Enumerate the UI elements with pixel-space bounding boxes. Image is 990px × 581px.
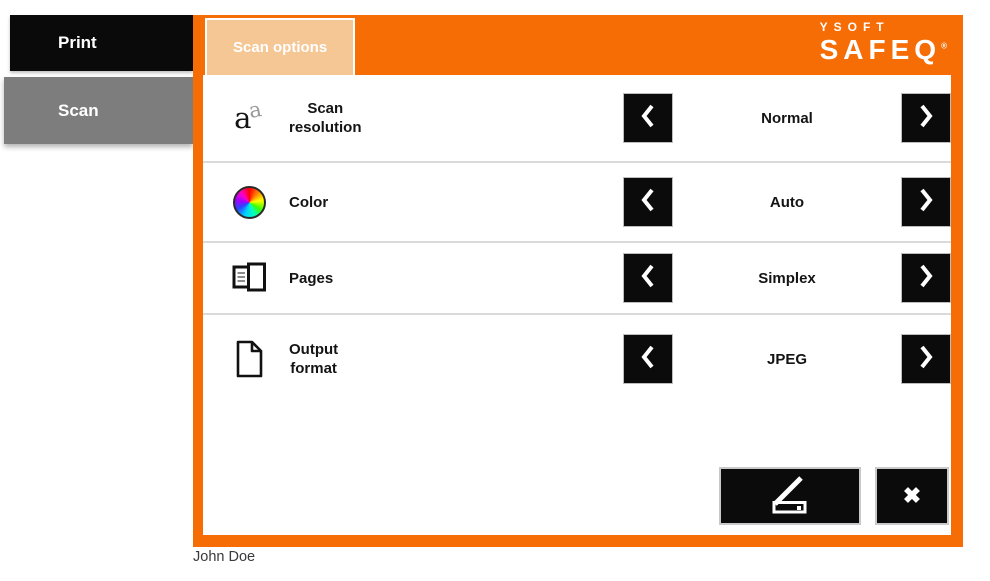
logged-in-user-name: John Doe [193,549,255,565]
sidebar-item-print[interactable]: Print [10,15,193,71]
panel-content: aa Scan resolution Normal [203,75,951,535]
chevron-left-icon [640,262,656,295]
scan-resolution-icon: aa [229,104,269,133]
output-format-prev-button[interactable] [623,334,673,384]
option-row-output-format: Output format JPEG [203,315,951,403]
scan-resolution-value: Normal [673,110,901,127]
sidebar-item-print-label: Print [58,33,97,53]
registered-mark: ® [941,42,947,51]
pages-value: Simplex [673,270,901,287]
chevron-left-icon [640,186,656,219]
option-row-color: Color Auto [203,163,951,243]
chevron-right-icon [918,102,934,135]
logo-line-safeq: SAFEQ® [820,36,947,64]
chevron-right-icon [918,343,934,376]
scan-options-panel: Scan options YSOFT SAFEQ® aa Scan resolu… [193,15,963,547]
start-scan-button[interactable] [719,467,861,525]
pages-next-button[interactable] [901,253,951,303]
output-format-next-button[interactable] [901,334,951,384]
pages-icon [229,262,269,294]
option-row-pages: Pages Simplex [203,243,951,315]
ysoft-safeq-logo: YSOFT SAFEQ® [820,21,947,64]
scan-resolution-next-button[interactable] [901,93,951,143]
scan-resolution-prev-button[interactable] [623,93,673,143]
option-row-scan-resolution: aa Scan resolution Normal [203,75,951,163]
close-button[interactable]: ✖ [875,467,949,525]
color-prev-button[interactable] [623,177,673,227]
pages-prev-button[interactable] [623,253,673,303]
scanner-icon [762,472,818,521]
option-label: Pages [289,269,333,288]
color-value: Auto [673,194,901,211]
option-label: Scan resolution [289,99,362,137]
output-format-value: JPEG [673,351,901,368]
panel-footer: ✖ [719,467,949,525]
screen: Print Scan Scan options YSOFT SAFEQ® aa … [0,0,990,581]
color-icon [229,186,269,219]
output-format-icon [229,340,269,378]
chevron-right-icon [918,262,934,295]
sidebar-item-scan[interactable]: Scan [4,77,193,144]
chevron-left-icon [640,102,656,135]
chevron-left-icon [640,343,656,376]
color-next-button[interactable] [901,177,951,227]
close-icon: ✖ [903,483,921,509]
option-label: Output format [289,340,338,378]
option-label: Color [289,193,328,212]
tab-scan-options[interactable]: Scan options [205,18,355,75]
chevron-right-icon [918,186,934,219]
logo-line-ysoft: YSOFT [820,21,947,33]
sidebar-item-scan-label: Scan [58,101,99,121]
tab-scan-options-label: Scan options [233,39,327,56]
